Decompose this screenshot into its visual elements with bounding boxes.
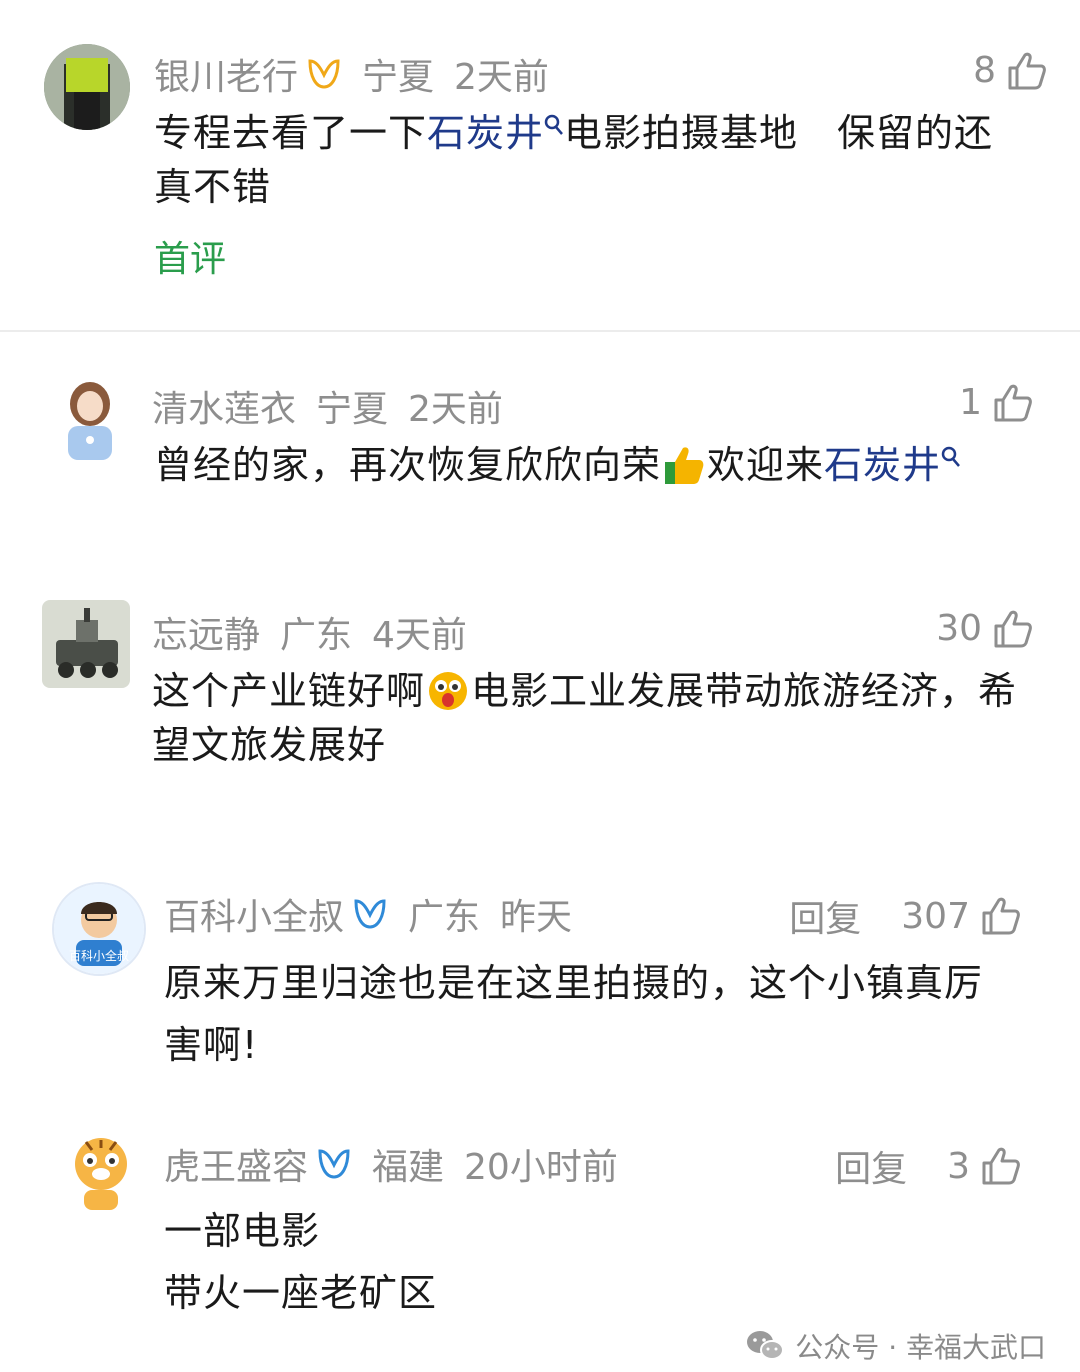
timestamp: 20小时前 — [464, 1147, 618, 1188]
like-area: 回复 3 — [835, 1140, 1022, 1192]
comment-4: 百科小全叔 百科小全叔 广东 昨天 回复 307 原来万里归途也是在这里拍摄的，… — [0, 870, 1080, 1090]
svg-text:百科小全叔: 百科小全叔 — [69, 948, 129, 963]
like-area[interactable]: 1 — [959, 382, 1034, 423]
timestamp: 2天前 — [454, 57, 549, 98]
location: 宁夏 — [316, 389, 389, 430]
watermark-text: 公众号 · 幸福大武口 — [795, 1331, 1046, 1364]
like-count: 8 — [973, 50, 996, 91]
username[interactable]: 百科小全叔 — [164, 888, 344, 940]
reply-button[interactable]: 回复 — [789, 890, 861, 942]
reply-button[interactable]: 回复 — [835, 1140, 907, 1192]
timestamp: 4天前 — [372, 615, 467, 656]
verified-badge-icon — [316, 1147, 352, 1181]
username[interactable]: 清水莲衣 — [152, 380, 296, 432]
comment-text: 原来万里归途也是在这里拍摄的，这个小镇真厉 害啊! — [164, 961, 984, 1067]
thumbs-up-emoji-icon — [665, 446, 704, 484]
comment-meta: 百科小全叔 广东 昨天 — [164, 888, 572, 940]
comment-3: 忘远静 广东 4天前 30 这个产业链好啊 电影工业发展带动旅游经济，希 望文旅发展… — [0, 590, 1080, 850]
username[interactable]: 银川老行 — [154, 48, 298, 100]
avatar[interactable] — [66, 1132, 136, 1212]
like-count: 307 — [901, 895, 970, 937]
location: 广东 — [280, 615, 353, 656]
location: 广东 — [408, 897, 481, 938]
comment-text: 一部电影 带火一座老矿区 — [164, 1209, 438, 1315]
like-count: 3 — [947, 1145, 970, 1187]
username[interactable]: 虎王盛容 — [164, 1138, 308, 1190]
verified-badge-icon — [352, 897, 388, 931]
comment-text: 曾经的家，再次恢复欣欣向荣 欢迎来石炭井 — [154, 438, 1054, 492]
location: 宁夏 — [362, 57, 435, 98]
topic-link[interactable]: 石炭井 — [824, 443, 961, 487]
thumbs-up-icon[interactable] — [980, 896, 1022, 936]
avatar[interactable] — [50, 374, 130, 464]
comment-5: 虎王盛容 福建 20小时前 回复 3 一部电影 带火一座老矿区 — [0, 1120, 1080, 1340]
comment-text: 这个产业链好啊 电影工业发展带动旅游经济，希 望文旅发展好 — [152, 669, 1018, 767]
thumbs-up-icon[interactable] — [980, 1146, 1022, 1186]
first-comment-label: 首评 — [154, 239, 227, 280]
like-count: 1 — [959, 382, 982, 423]
search-icon — [544, 114, 563, 135]
like-count: 30 — [936, 608, 982, 649]
watermark: 公众号 · 幸福大武口 — [745, 1326, 1046, 1366]
comment-2: 清水莲衣 宁夏 2天前 1 曾经的家，再次恢复欣欣向荣 欢迎来石炭井 — [0, 360, 1080, 580]
location: 福建 — [372, 1147, 445, 1188]
timestamp: 2天前 — [408, 389, 503, 430]
timestamp: 昨天 — [500, 897, 573, 938]
surprised-face-emoji-icon — [429, 671, 468, 710]
like-area[interactable]: 30 — [936, 608, 1034, 649]
avatar[interactable] — [44, 44, 130, 130]
verified-badge-icon — [306, 57, 342, 91]
comment-meta: 忘远静 广东 4天前 — [152, 606, 467, 658]
avatar[interactable]: 百科小全叔 — [52, 882, 146, 976]
avatar[interactable] — [42, 600, 130, 688]
search-icon — [941, 446, 960, 467]
wechat-icon — [747, 1331, 785, 1360]
comment-1: 银川老行 宁夏 2天前 8 专程去看了一下石炭井 电影拍摄基地 保留的还 真不错 首… — [0, 0, 1080, 330]
like-area[interactable]: 8 — [973, 50, 1048, 91]
thumbs-up-icon[interactable] — [1006, 51, 1048, 91]
like-area: 回复 307 — [789, 890, 1022, 942]
comment-text: 专程去看了一下石炭井 电影拍摄基地 保留的还 真不错 — [154, 111, 994, 209]
comment-meta: 虎王盛容 福建 20小时前 — [164, 1138, 618, 1190]
thumbs-up-icon[interactable] — [992, 609, 1034, 649]
comment-meta: 银川老行 宁夏 2天前 — [154, 48, 549, 100]
username[interactable]: 忘远静 — [152, 606, 260, 658]
thumbs-up-icon[interactable] — [992, 383, 1034, 423]
topic-link[interactable]: 石炭井 — [427, 111, 564, 155]
comment-meta: 清水莲衣 宁夏 2天前 — [152, 380, 503, 432]
divider — [0, 330, 1080, 332]
